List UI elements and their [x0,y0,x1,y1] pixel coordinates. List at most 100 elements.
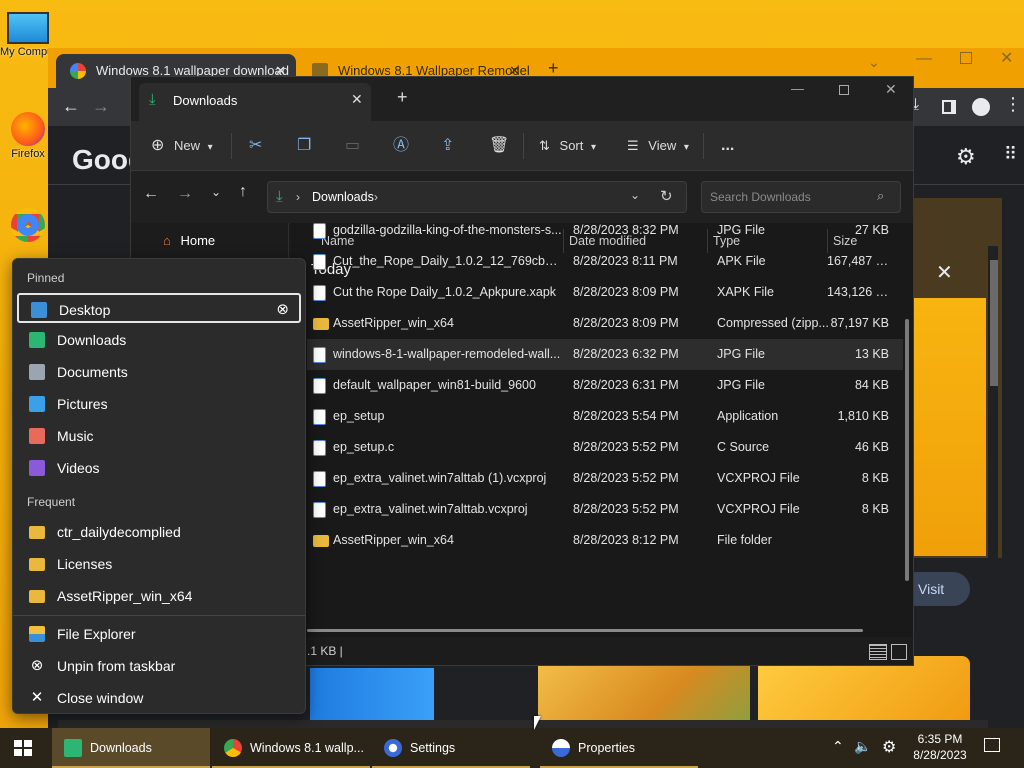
jump-item-label: Pictures [57,396,108,412]
view-button[interactable]: ☰ View ▾ [627,133,689,159]
back-icon[interactable]: ← [62,96,80,117]
horizontal-scrollbar[interactable] [58,720,988,728]
volume-icon[interactable]: 🔈 [854,738,871,755]
new-tab-icon[interactable]: + [397,87,408,108]
recent-locations-icon[interactable]: ⌄ [211,185,221,199]
file-name: default_wallpaper_win81-build_9600 [333,378,536,392]
clock-date: 8/28/2023 [913,748,967,762]
pictures-icon [29,396,45,412]
nav-item-home[interactable]: ⌂ Home [163,233,215,248]
taskbar-item-downloads[interactable]: Downloads [52,728,210,768]
rename-icon[interactable]: Ⓐ [393,133,409,159]
search-icon: ⌕ [877,188,885,203]
file-name: AssetRipper_win_x64 [333,316,454,330]
close-window-icon[interactable]: ✕ [885,81,897,98]
file-row[interactable]: ep_extra_valinet.win7alttab.vcxproj 8/28/… [307,494,903,525]
forward-icon[interactable]: → [177,185,193,203]
minimize-icon[interactable]: — [791,81,804,96]
tiles-view-icon[interactable] [891,644,907,660]
file-row[interactable]: ep_setup.c 8/28/2023 5:52 PM C Source 46 KB [307,432,903,463]
status-text: .1 KB | [307,644,343,658]
jump-pinned-desktop[interactable]: Desktop ⊗ [17,293,301,323]
clock-time: 6:35 PM [917,732,963,746]
file-row[interactable]: AssetRipper_win_x64 8/28/2023 8:12 PM File… [307,525,903,556]
file-type: APK File [717,254,766,268]
file-row[interactable]: ep_extra_valinet.win7alttab (1).vcxproj 8… [307,463,903,494]
delete-icon[interactable]: 🗑 [489,133,509,159]
jump-frequent-item[interactable]: AssetRipper_win_x64 [17,581,301,611]
scrollbar-thumb[interactable] [990,260,998,386]
result-thumbnail[interactable] [538,656,750,728]
search-input[interactable]: Search Downloads [701,181,901,213]
result-thumbnail[interactable] [310,668,434,728]
jump-pinned-videos[interactable]: Videos [17,453,301,483]
jump-frequent-item[interactable]: ctr_dailydecomplied [17,517,301,547]
copy-icon[interactable]: ❐ [297,133,311,159]
new-button[interactable]: ⊕ New ▾ [151,133,213,159]
file-date: 8/28/2023 5:54 PM [573,409,679,423]
address-bar[interactable]: ⤓ › Downloads › ⌄ ↻ [267,181,687,213]
menu-icon[interactable]: ⋮ [1004,94,1022,115]
back-icon[interactable]: ← [143,185,159,203]
folder-icon [313,535,329,547]
taskbar-item-properties[interactable]: Properties [540,728,698,768]
file-date: 8/28/2023 5:52 PM [573,502,679,516]
scrollbar-thumb[interactable] [905,319,909,581]
folder-icon [29,558,45,571]
file-date: 8/28/2023 5:52 PM [573,471,679,485]
file-row[interactable]: godzilla-godzilla-king-of-the-monsters-s… [307,215,903,246]
up-icon[interactable]: ↑ [239,183,247,201]
close-preview-icon[interactable]: ✕ [936,260,953,285]
jump-pinned-music[interactable]: Music [17,421,301,451]
nav-label: Home [180,233,216,248]
maximize-icon[interactable] [960,52,972,64]
sort-icon: ⇅ [539,138,550,153]
details-view-icon[interactable] [869,644,887,660]
clock[interactable]: 6:35 PM 8/28/2023 [912,731,968,763]
jump-pinned-pictures[interactable]: Pictures [17,389,301,419]
apps-icon[interactable]: ⠿ [1004,144,1017,165]
breadcrumb-item[interactable]: Downloads [312,190,374,204]
sort-button[interactable]: ⇅ Sort ▾ [539,133,596,159]
minimize-icon[interactable]: — [916,50,932,68]
result-thumbnail[interactable] [758,656,970,728]
share-icon[interactable]: ⇪ [441,133,454,159]
jump-pinned-downloads[interactable]: Downloads [17,325,301,355]
file-row[interactable]: Cut the Rope Daily_1.0.2_Apkpure.xapk 8/2… [307,277,903,308]
jump-action-file-explorer[interactable]: File Explorer [17,619,301,649]
file-row[interactable]: windows-8-1-wallpaper-remodeled-wall... 8… [307,339,903,370]
taskbar-item-windows[interactable]: Windows 8.1 wallp... [212,728,370,768]
profile-icon[interactable] [972,98,990,116]
file-row[interactable]: Cut_the_Rope_Daily_1.0.2_12_769cbe.apk 8/… [307,246,903,277]
refresh-icon[interactable]: ↻ [660,187,673,205]
start-icon[interactable] [14,740,32,756]
jump-action-unpin-from-taskbar[interactable]: ⊗ Unpin from taskbar [17,651,301,681]
maximize-icon[interactable] [839,85,849,95]
file-type: VCXPROJ File [717,502,800,516]
settings-tray-icon[interactable]: ⚙ [882,737,896,757]
close-tab-icon[interactable]: ✕ [351,91,363,108]
paste-icon[interactable]: ▭ [345,133,360,159]
tab-search-icon[interactable]: ⌄ [868,54,880,71]
chevron-down-icon[interactable]: ⌄ [630,188,640,202]
jump-list: Pinned Desktop ⊗ Downloads Documents Picture… [12,258,306,714]
cut-icon[interactable]: ✂ [249,133,262,159]
unpin-icon[interactable]: ⊗ [276,295,289,325]
explorer-tab[interactable]: ⤓ Downloads ✕ [139,83,371,121]
close-window-icon[interactable]: ✕ [1000,48,1013,68]
sidepanel-icon[interactable] [942,100,956,114]
file-row[interactable]: AssetRipper_win_x64 8/28/2023 8:09 PM Comp… [307,308,903,339]
jump-pinned-documents[interactable]: Documents [17,357,301,387]
file-row[interactable]: ep_setup 8/28/2023 5:54 PM Application 1,81… [307,401,903,432]
forward-icon[interactable]: → [92,96,110,117]
chevron-up-icon[interactable]: ⌃ [832,738,844,755]
file-size: 13 KB [854,347,889,361]
settings-icon[interactable]: ⚙ [956,144,976,170]
file-row[interactable]: default_wallpaper_win81-build_9600 8/28/2… [307,370,903,401]
more-options-button[interactable]: ... [721,133,734,159]
jump-action-close-window[interactable]: ✕ Close window [17,683,301,713]
jump-frequent-item[interactable]: Licenses [17,549,301,579]
taskbar-item-settings[interactable]: Settings [372,728,530,768]
notifications-icon[interactable] [984,738,1000,752]
horizontal-scrollbar[interactable] [307,629,863,632]
